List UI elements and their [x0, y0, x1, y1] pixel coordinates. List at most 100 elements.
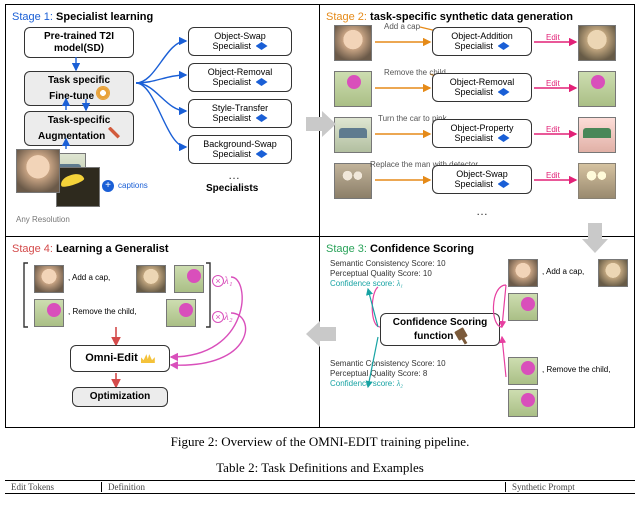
figure-2-diagram: Stage 1: Specialist learning Pre-trained… [5, 4, 635, 428]
s4-pair2-src [34, 299, 64, 327]
stage3-label: Confidence Scoring [370, 243, 474, 255]
transition-arrow-s1-s2 [306, 111, 336, 137]
s2-row2-edit: Edit [546, 79, 560, 88]
thumb-face [16, 149, 60, 193]
s2-row2-box: Object-Removal Specialist [432, 73, 532, 102]
s4-pair1-out [136, 265, 166, 293]
s3-bot-pq: Perceptual Quality Score: 8 [330, 369, 446, 379]
graduation-cap-icon [498, 180, 510, 190]
s4-pair1-src [34, 265, 64, 293]
s3-pair1-extra [508, 293, 538, 321]
s4-lambda1: ×λ₁ [212, 271, 233, 289]
lambda2-text: λ₂ [224, 311, 233, 323]
s2-row4-out [578, 163, 616, 199]
s2-row1-prompt: Add a cap [384, 22, 420, 31]
s2-row3-src [334, 117, 372, 153]
specialist-0-text: Object-Swap Specialist [212, 31, 265, 51]
s2-row1-edit: Edit [546, 33, 560, 42]
node-specialist-0: Object-Swap Specialist [188, 27, 292, 56]
s3-bot-sc: Semantic Consistency Score: 10 [330, 359, 446, 369]
node-specialist-1: Object-Removal Specialist [188, 63, 292, 92]
transition-arrow-s3-s4 [306, 321, 336, 347]
multiply-icon: × [212, 311, 224, 323]
node-pretrained: Pre-trained T2I model(SD) [24, 27, 134, 58]
table-caption: Table 2: Task Definitions and Examples [0, 460, 640, 476]
stage1-prefix: Stage 1: [12, 11, 56, 23]
wrench-icon [108, 127, 120, 139]
s3-pair2-cap: , Remove the child, [542, 365, 610, 374]
stage2-panel: Stage 2: task-specific synthetic data ge… [320, 5, 634, 237]
s3-bottom-scores: Semantic Consistency Score: 10 Perceptua… [330, 359, 446, 389]
s2-row3-box: Object-Property Specialist [432, 119, 532, 148]
multiply-icon: × [212, 275, 224, 287]
node-specialist-2: Style-Transfer Specialist [188, 99, 292, 128]
stage1-panel: Stage 1: Specialist learning Pre-trained… [6, 5, 320, 237]
node-augment-text: Task-specific Augmentation [38, 115, 110, 142]
figure-caption-text: Figure 2: Overview of the OMNI-EDIT trai… [171, 434, 470, 449]
s2-row3-edit: Edit [546, 125, 560, 134]
th-edit-tokens: Edit Tokens [5, 482, 101, 492]
plus-captions: + captions [102, 175, 148, 193]
graduation-cap-icon [256, 78, 268, 88]
s3-top-sc: Semantic Consistency Score: 10 [330, 259, 446, 269]
thumb-banana [56, 167, 100, 207]
figure-caption: Figure 2: Overview of the OMNI-EDIT trai… [0, 434, 640, 450]
stage4-label: Learning a Generalist [56, 243, 168, 255]
s2-row1-src [334, 25, 372, 61]
stage2-prefix: Stage 2: [326, 11, 370, 23]
s3-top-conf-val: λ₁ [397, 279, 403, 288]
omni-edit-text: Omni-Edit [85, 352, 138, 364]
plus-icon: + [102, 180, 114, 192]
s3-pair1-out [598, 259, 628, 287]
gavel-icon [454, 327, 468, 341]
confidence-scoring-text: Confidence Scoring function [393, 317, 487, 342]
s3-bot-conf-val: λ₂ [397, 379, 403, 388]
any-resolution-label: Any Resolution [16, 215, 70, 224]
graduation-cap-icon [498, 88, 510, 98]
s2-row4-box: Object-Swap Specialist [432, 165, 532, 194]
s3-pair1-cap: , Add a cap, [542, 267, 584, 276]
stage4-panel: Stage 4: Learning a Generalist , Add a c… [6, 237, 320, 427]
lambda1-text: λ₁ [224, 275, 233, 287]
graduation-cap-icon [256, 114, 268, 124]
node-finetune: Task specific Fine-tune [24, 71, 134, 106]
optimization-box: Optimization [72, 387, 168, 407]
specialist-3-text: Background-Swap Specialist [203, 139, 277, 159]
table-header-row: Edit Tokens Definition Synthetic Prompt [5, 480, 635, 494]
node-specialist-3: Background-Swap Specialist [188, 135, 292, 164]
stage1-title: Stage 1: Specialist learning [12, 11, 313, 23]
s2-row4-box-text: Object-Swap Specialist [454, 169, 507, 189]
omni-edit-box: Omni-Edit [70, 345, 170, 372]
s2-row1-box: Object-Addition Specialist [432, 27, 532, 56]
stage1-label: Specialist learning [56, 11, 153, 23]
node-augment: Task-specific Augmentation [24, 111, 134, 146]
s4-pair1-cap: , Add a cap, [68, 273, 110, 282]
s3-top-scores: Semantic Consistency Score: 10 Perceptua… [330, 259, 446, 289]
s2-row2-src [334, 71, 372, 107]
s3-top-pq: Perceptual Quality Score: 10 [330, 269, 446, 279]
s2-row2-out [578, 71, 616, 107]
crown-icon [141, 353, 155, 363]
s2-row4-edit: Edit [546, 171, 560, 180]
graduation-cap-icon [498, 42, 510, 52]
s4-pair1-extra [174, 265, 204, 293]
stage3-panel: Stage 3: Confidence Scoring Semantic Con… [320, 237, 634, 427]
transition-arrow-s2-s3 [582, 223, 608, 253]
graduation-cap-icon [498, 134, 510, 144]
stage2-title: Stage 2: task-specific synthetic data ge… [326, 11, 628, 23]
stage4-title: Stage 4: Learning a Generalist [12, 243, 313, 255]
s2-row1-out [578, 25, 616, 61]
s3-pair1-src [508, 259, 538, 287]
captions-text: captions [118, 181, 148, 190]
s2-row3-out [578, 117, 616, 153]
s4-lambda2: ×λ₂ [212, 307, 233, 325]
confidence-scoring-box: Confidence Scoring function [380, 313, 500, 346]
s3-pair2-out [508, 389, 538, 417]
s2-row4-src [334, 163, 372, 199]
node-pretrained-text: Pre-trained T2I model(SD) [44, 31, 114, 54]
graduation-cap-icon [256, 42, 268, 52]
s3-top-conf-label: Confidence score: [330, 279, 394, 288]
s4-pair2-cap: , Remove the child, [68, 307, 136, 316]
graduation-cap-icon [256, 150, 268, 160]
s4-pair2-out [166, 299, 196, 327]
